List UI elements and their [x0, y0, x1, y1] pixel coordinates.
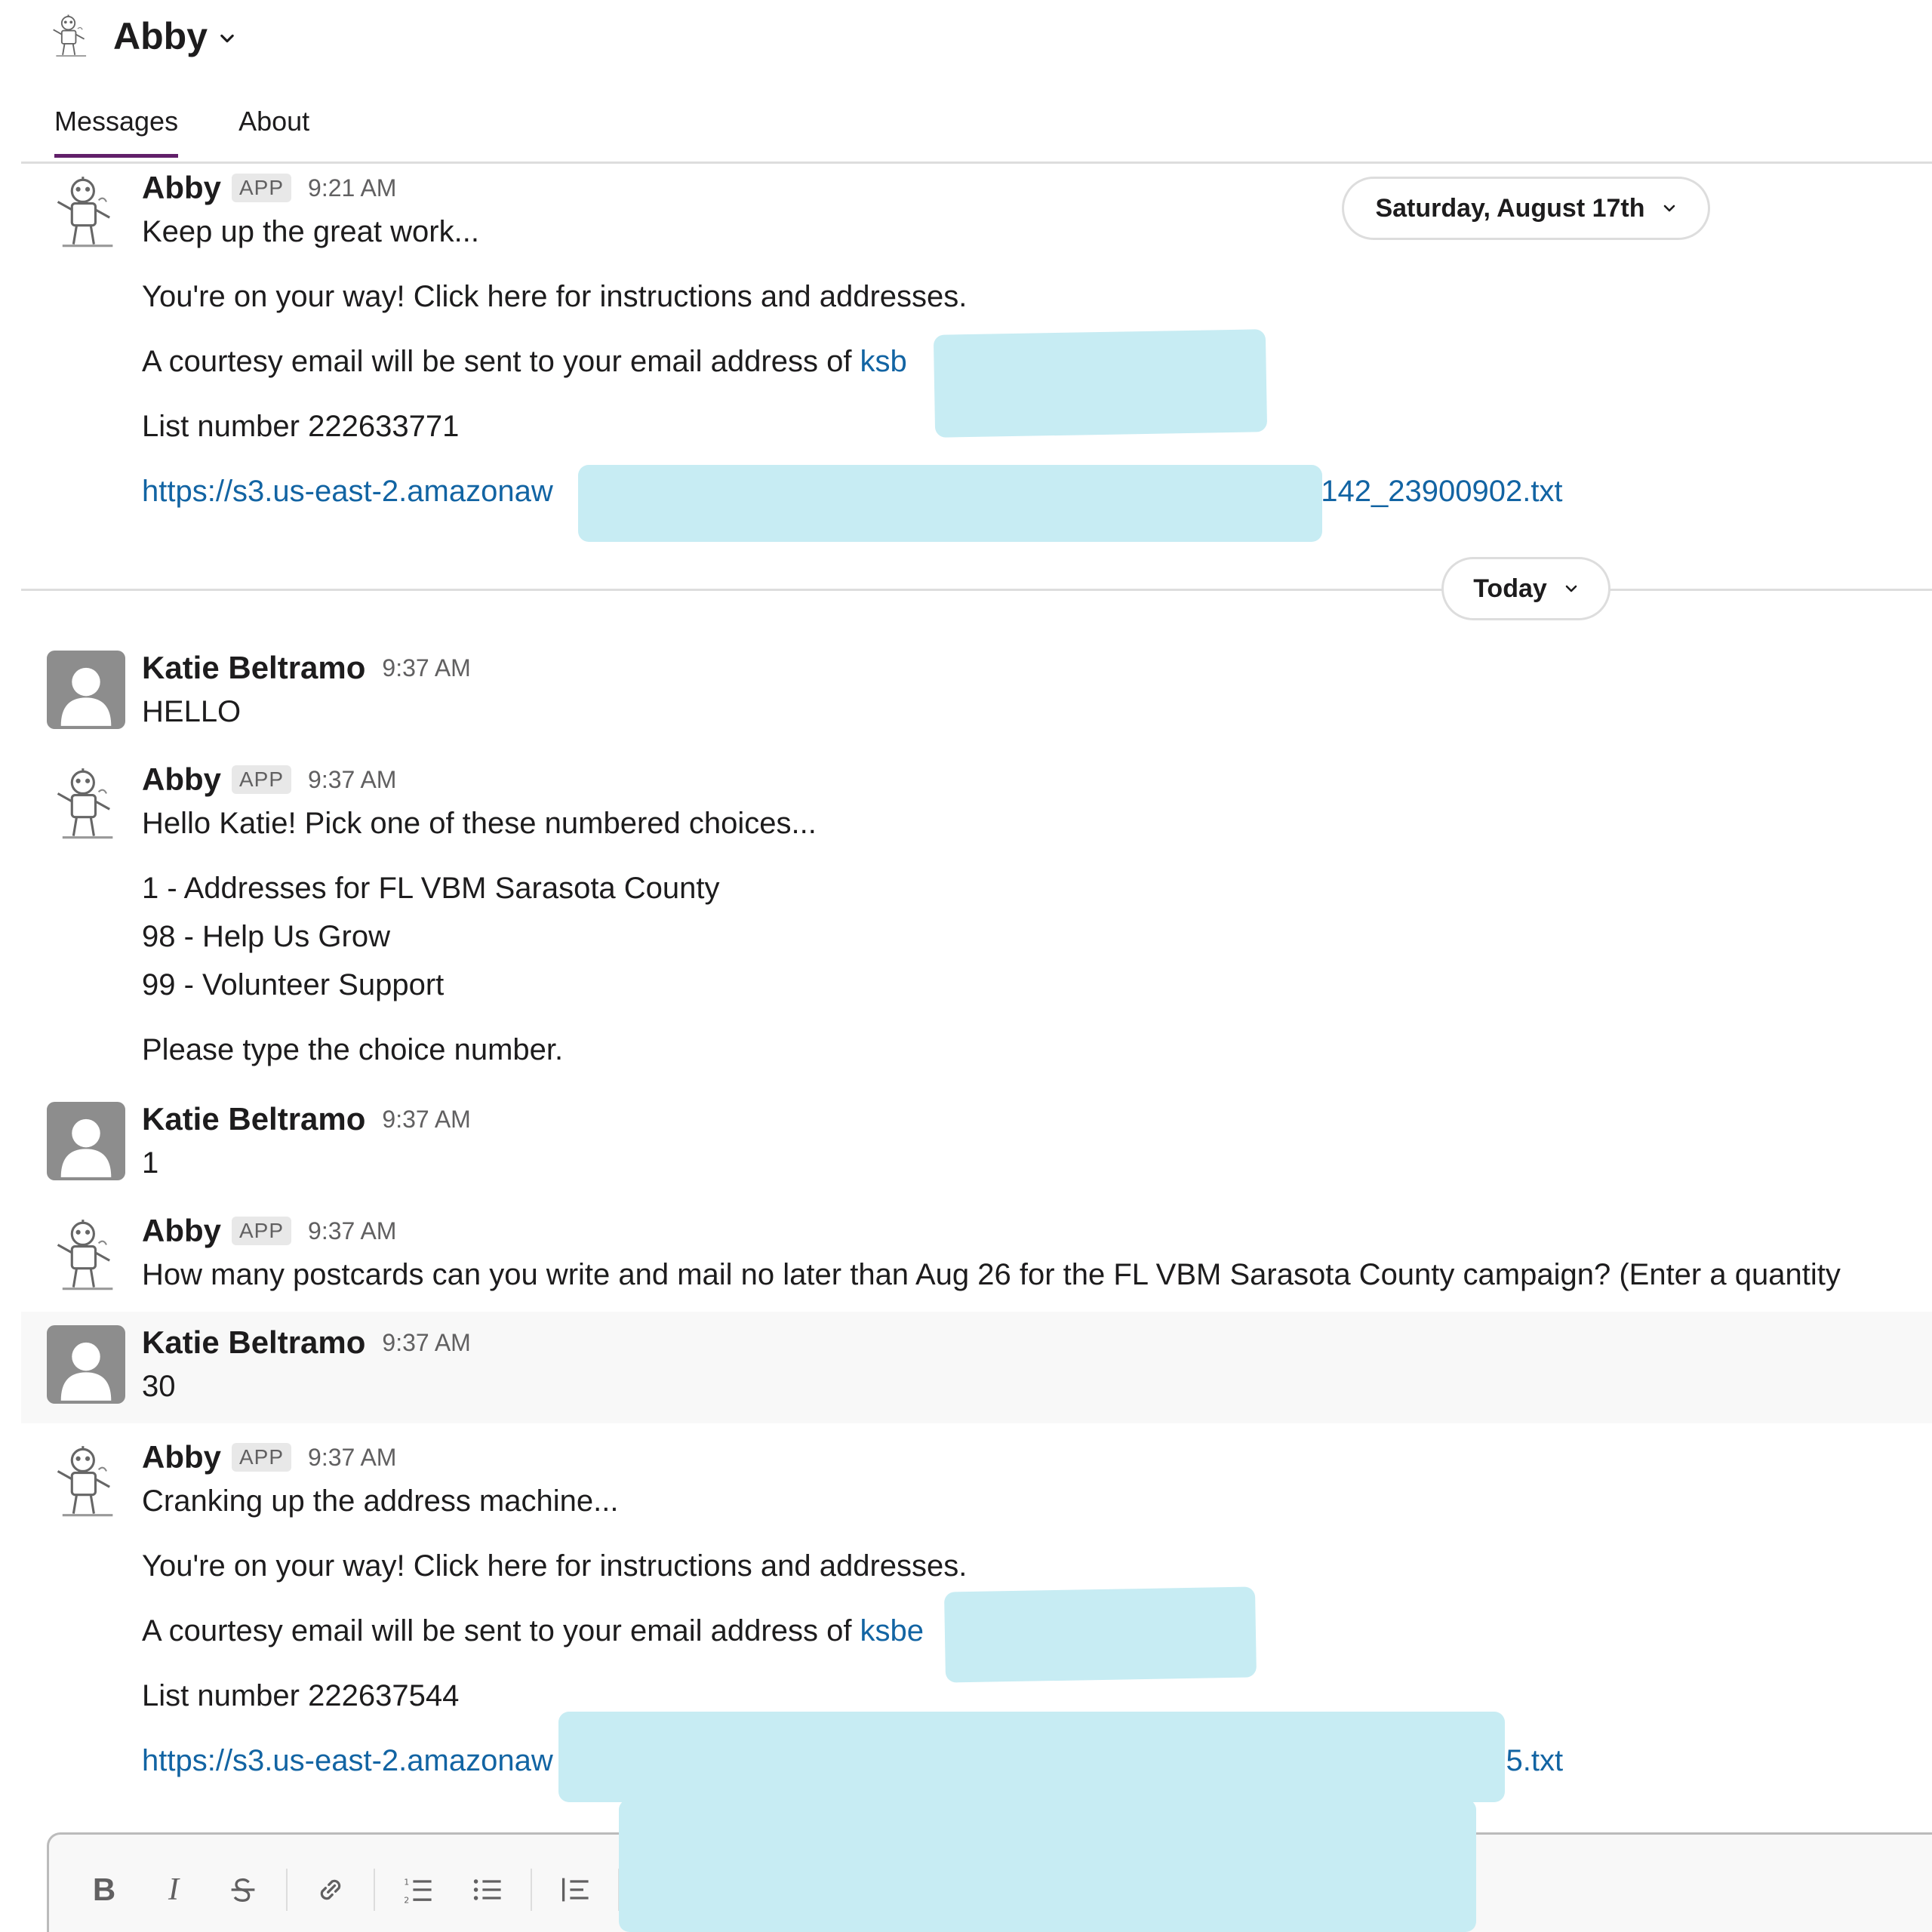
- redaction-mark: [943, 1586, 1257, 1683]
- choice-item: 98 - Help Us Grow: [142, 920, 390, 953]
- sender-name[interactable]: Abby: [142, 1213, 221, 1249]
- date-label: Today: [1473, 574, 1547, 603]
- ordered-list-icon[interactable]: 12: [393, 1865, 443, 1915]
- file-link-end[interactable]: _142_23900902.txt: [1304, 469, 1563, 513]
- choice-item: 1 - Addresses for FL VBM Sarasota County: [142, 872, 720, 905]
- message-time[interactable]: 9:21 AM: [308, 174, 396, 202]
- link-icon[interactable]: [306, 1865, 355, 1915]
- person-avatar-icon: [47, 1102, 125, 1180]
- choice-item: 99 - Volunteer Support: [142, 968, 445, 1001]
- message-row: Katie Beltramo 9:37 AM 1: [21, 1097, 1932, 1191]
- file-link-start[interactable]: https://s3.us-east-2.amazonaw: [142, 1744, 553, 1777]
- message-row: Abby APP 9:37 AM Hello Katie! Pick one o…: [21, 758, 1932, 1075]
- channel-title[interactable]: Abby: [113, 14, 208, 58]
- date-pill-today[interactable]: Today: [1441, 557, 1611, 620]
- strikethrough-icon[interactable]: [218, 1865, 268, 1915]
- svg-text:1: 1: [404, 1877, 409, 1887]
- toolbar-separator: [374, 1869, 375, 1911]
- message-row: Katie Beltramo 9:37 AM 30: [21, 1312, 1932, 1423]
- tabs-divider: [21, 162, 1932, 164]
- message-text: You're on your way! Click here for instr…: [142, 280, 968, 313]
- sender-name[interactable]: Katie Beltramo: [142, 1101, 365, 1137]
- message-time[interactable]: 9:37 AM: [382, 1106, 470, 1134]
- chevron-down-icon[interactable]: [218, 29, 236, 48]
- person-avatar-icon: [47, 1325, 125, 1404]
- redaction-mark: [578, 465, 1322, 542]
- sender-name[interactable]: Abby: [142, 170, 221, 206]
- robot-avatar-icon: [47, 1443, 125, 1521]
- app-badge: APP: [232, 174, 292, 202]
- message-text: 30: [142, 1370, 176, 1403]
- bold-button[interactable]: B: [79, 1865, 129, 1915]
- chevron-down-icon: [1662, 201, 1677, 216]
- redaction-mark: [933, 329, 1268, 438]
- message-text: Please type the choice number.: [142, 1033, 564, 1066]
- robot-avatar-icon: [47, 174, 125, 252]
- robot-avatar-icon: [47, 1217, 125, 1295]
- date-pill-saturday[interactable]: Saturday, August 17th: [1342, 177, 1710, 240]
- toolbar-separator: [531, 1869, 532, 1911]
- date-label: Saturday, August 17th: [1375, 193, 1645, 223]
- date-divider: [21, 589, 1932, 591]
- channel-header[interactable]: Abby: [47, 6, 236, 66]
- message-time[interactable]: 9:37 AM: [308, 766, 396, 794]
- sender-name[interactable]: Abby: [142, 1439, 221, 1475]
- message-row: Abby APP 9:37 AM How many postcards can …: [21, 1209, 1932, 1312]
- sender-name[interactable]: Katie Beltramo: [142, 1324, 365, 1361]
- svg-text:2: 2: [404, 1896, 409, 1906]
- robot-avatar-icon: [47, 13, 94, 60]
- message-text: HELLO: [142, 695, 242, 728]
- toolbar-separator: [286, 1869, 288, 1911]
- message-row: Katie Beltramo 9:37 AM HELLO: [21, 646, 1932, 740]
- sender-name[interactable]: Abby: [142, 761, 221, 798]
- message-text: Hello Katie! Pick one of these numbered …: [142, 807, 817, 840]
- tab-bar: Messages About: [54, 106, 370, 158]
- app-badge: APP: [232, 765, 292, 794]
- app-badge: APP: [232, 1217, 292, 1245]
- message-text: 1: [142, 1146, 159, 1180]
- message-text: Cranking up the address machine...: [142, 1484, 619, 1518]
- message-time[interactable]: 9:37 AM: [382, 1329, 470, 1357]
- sender-name[interactable]: Katie Beltramo: [142, 650, 365, 686]
- blockquote-icon[interactable]: [550, 1865, 600, 1915]
- format-toolbar: B I 12: [79, 1865, 638, 1915]
- email-prefix: A courtesy email will be sent to your em…: [142, 345, 860, 378]
- message-time[interactable]: 9:37 AM: [308, 1444, 396, 1472]
- message-time[interactable]: 9:37 AM: [308, 1217, 396, 1245]
- email-link[interactable]: ksbe: [860, 1614, 924, 1647]
- redaction-mark: [558, 1712, 1505, 1802]
- email-prefix: A courtesy email will be sent to your em…: [142, 1614, 860, 1647]
- italic-button[interactable]: I: [149, 1865, 198, 1915]
- bulleted-list-icon[interactable]: [463, 1865, 512, 1915]
- tab-messages[interactable]: Messages: [54, 106, 179, 158]
- message-time[interactable]: 9:37 AM: [382, 654, 470, 682]
- email-link[interactable]: ksb: [860, 345, 907, 378]
- message-text: You're on your way! Click here for instr…: [142, 1549, 968, 1583]
- robot-avatar-icon: [47, 765, 125, 844]
- message-text: How many postcards can you write and mai…: [142, 1258, 1841, 1291]
- redaction-mark: [619, 1799, 1476, 1932]
- person-avatar-icon: [47, 651, 125, 729]
- app-badge: APP: [232, 1443, 292, 1472]
- app-window: Abby Messages About Abby APP 9:21 AM Kee…: [0, 0, 1932, 1932]
- file-link-start[interactable]: https://s3.us-east-2.amazonaw: [142, 475, 553, 508]
- chevron-down-icon: [1564, 581, 1579, 596]
- tab-about[interactable]: About: [238, 106, 309, 158]
